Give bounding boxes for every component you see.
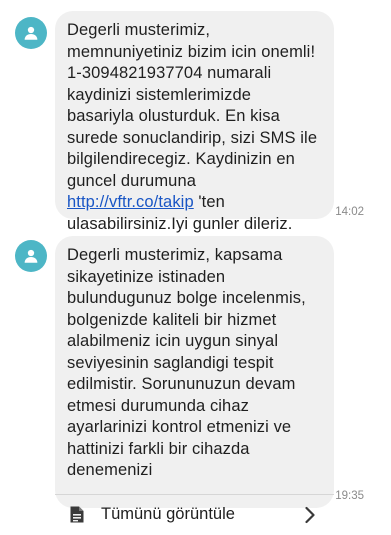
message-body-start: Degerli musterimiz, memnuniyetiniz bizim… bbox=[67, 21, 318, 190]
chevron-right-icon bbox=[304, 505, 318, 525]
view-all-button[interactable]: Tümünü görüntüle bbox=[63, 495, 326, 535]
message-thread: Degerli musterimiz, memnuniyetiniz bizim… bbox=[0, 0, 391, 527]
tracking-link[interactable]: http://vftr.co/takip bbox=[67, 193, 194, 211]
message-time: 14:02 bbox=[335, 206, 364, 218]
sender-avatar[interactable] bbox=[15, 17, 47, 49]
message-text: Degerli musterimiz, kapsama sikayetinize… bbox=[67, 246, 306, 479]
person-icon bbox=[24, 249, 38, 263]
message-time: 19:35 bbox=[335, 490, 364, 502]
person-icon bbox=[24, 26, 38, 40]
message-text: Degerli musterimiz, memnuniyetiniz bizim… bbox=[67, 20, 322, 257]
message-bubble[interactable]: Degerli musterimiz, memnuniyetiniz bizim… bbox=[55, 11, 334, 254]
sender-avatar[interactable] bbox=[15, 240, 47, 272]
document-icon bbox=[69, 505, 87, 525]
view-all-label: Tümünü görüntüle bbox=[101, 505, 235, 523]
message-bubble[interactable]: Degerli musterimiz, kapsama sikayetinize… bbox=[55, 236, 334, 523]
